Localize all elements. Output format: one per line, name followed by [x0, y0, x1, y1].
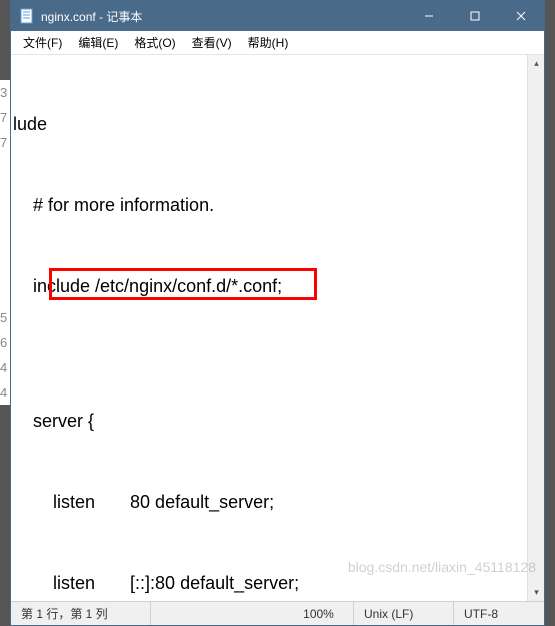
- status-zoom: 100%: [284, 602, 354, 625]
- minimize-button[interactable]: [406, 1, 452, 31]
- code-line: listen 80 default_server;: [13, 489, 544, 516]
- scroll-down-icon[interactable]: ▾: [528, 584, 544, 601]
- maximize-button[interactable]: [452, 1, 498, 31]
- status-line-ending: Unix (LF): [354, 602, 454, 625]
- menu-file[interactable]: 文件(F): [15, 32, 70, 53]
- code-line: # for more information.: [13, 192, 544, 219]
- notepad-icon: [19, 8, 35, 24]
- menu-edit[interactable]: 编辑(E): [70, 32, 126, 53]
- code-line: server {: [13, 408, 544, 435]
- status-position: 第 1 行，第 1 列: [11, 602, 151, 625]
- titlebar[interactable]: nginx.conf - 记事本: [11, 1, 544, 31]
- scroll-up-icon[interactable]: ▴: [528, 55, 544, 72]
- close-button[interactable]: [498, 1, 544, 31]
- editor-area[interactable]: lude # for more information. include /et…: [11, 55, 544, 601]
- menu-format[interactable]: 格式(O): [126, 32, 183, 53]
- code-line: listen [::]:80 default_server;: [13, 570, 544, 597]
- window-title: nginx.conf - 记事本: [41, 8, 406, 25]
- code-line: lude: [13, 111, 544, 138]
- notepad-window: nginx.conf - 记事本 文件(F) 编辑(E) 格式(O) 查看(V)…: [10, 0, 545, 626]
- menu-help[interactable]: 帮助(H): [240, 32, 297, 53]
- menubar: 文件(F) 编辑(E) 格式(O) 查看(V) 帮助(H): [11, 31, 544, 55]
- code-line: include /etc/nginx/conf.d/*.conf;: [13, 273, 544, 300]
- statusbar: 第 1 行，第 1 列 100% Unix (LF) UTF-8: [11, 601, 544, 625]
- menu-view[interactable]: 查看(V): [184, 32, 240, 53]
- status-encoding: UTF-8: [454, 602, 544, 625]
- vertical-scrollbar[interactable]: ▴ ▾: [527, 55, 544, 601]
- background-fragment: 377 5644: [0, 80, 10, 405]
